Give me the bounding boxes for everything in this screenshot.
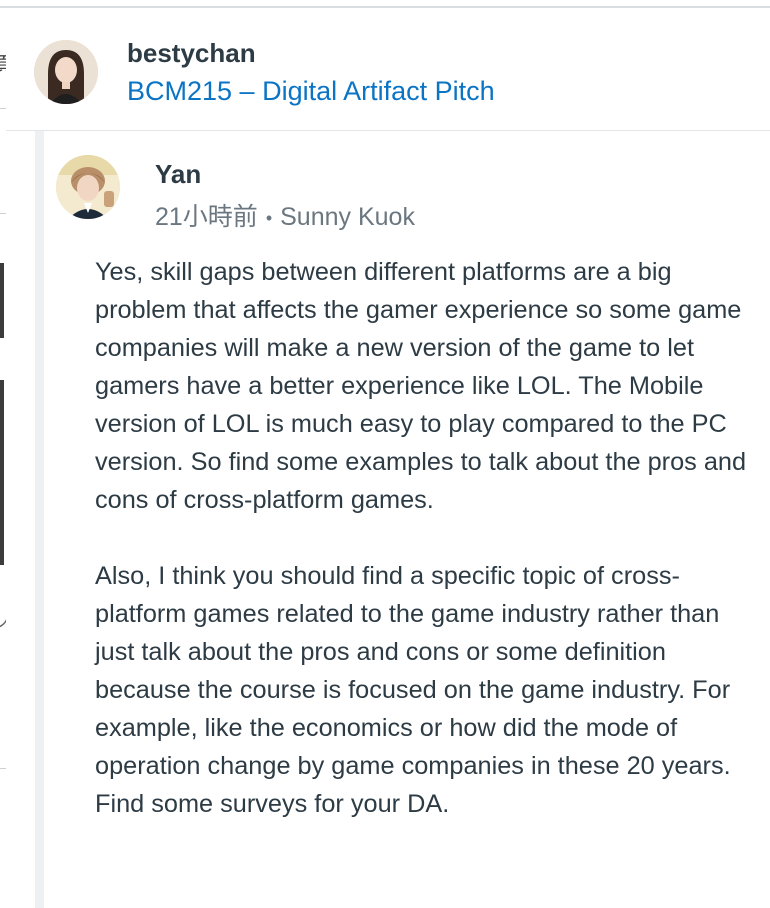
reply-timestamp: 21小時前 (155, 203, 258, 231)
reply-message: Yes, skill gaps between different platfo… (95, 253, 755, 861)
parent-author-name[interactable]: bestychan (127, 38, 256, 69)
user-avatar-icon (34, 40, 98, 104)
avatar[interactable] (56, 155, 120, 219)
reply-thread-indicator (35, 131, 44, 908)
left-panel-thumbnail (0, 263, 4, 338)
parent-post-header: bestychan BCM215 – Digital Artifact Pitc… (6, 8, 770, 131)
reply-meta: 21小時前 • Sunny Kuok (155, 197, 415, 233)
left-panel-thumbnail (0, 380, 4, 565)
meta-separator: • (265, 207, 273, 228)
topic-link[interactable]: BCM215 – Digital Artifact Pitch (127, 76, 495, 107)
avatar[interactable] (34, 40, 98, 104)
reply-paragraph: Yes, skill gaps between different platfo… (95, 258, 747, 514)
reply-paragraph: Also, I think you should find a specific… (95, 562, 731, 818)
reply-to-name[interactable]: Sunny Kuok (280, 203, 415, 231)
user-avatar-icon (56, 155, 120, 219)
reply-author-name[interactable]: Yan (155, 159, 201, 190)
